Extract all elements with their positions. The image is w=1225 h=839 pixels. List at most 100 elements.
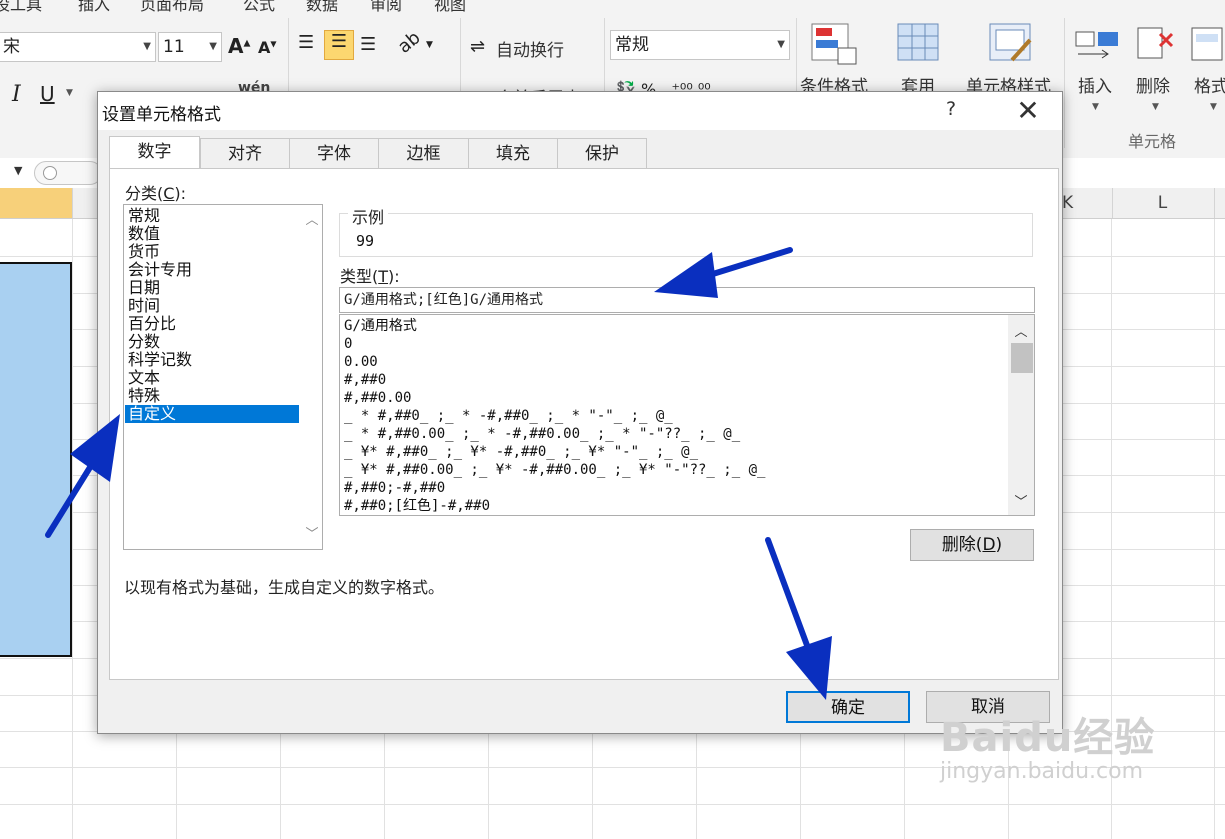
- format-code-item[interactable]: _ * #,##0_ ;_ * -#,##0_ ;_ * "-"_ ;_ @_: [344, 407, 673, 425]
- sample-value: 99: [356, 232, 375, 250]
- column-header-selected[interactable]: [0, 188, 73, 218]
- category-percentage[interactable]: 百分比: [128, 315, 296, 333]
- format-cells-dialog: 设置单元格格式 ? ✕ 数字 对齐 字体 边框 填充 保护 分类(C): 常规 …: [97, 91, 1063, 734]
- menu-view[interactable]: 视图: [434, 0, 466, 15]
- chevron-down-icon[interactable]: ▼: [1152, 102, 1159, 112]
- number-format-select[interactable]: 常规 ▼: [610, 30, 790, 60]
- number-format-value: 常规: [615, 35, 649, 55]
- ok-button[interactable]: 确定: [786, 691, 910, 723]
- align-bottom-icon[interactable]: ☰: [360, 34, 376, 55]
- tab-border[interactable]: 边框: [378, 138, 469, 168]
- font-size-value: 11: [163, 37, 185, 57]
- cells-group-label: 单元格: [1128, 132, 1177, 151]
- format-code-item[interactable]: _ ¥* #,##0.00_ ;_ ¥* -#,##0.00_ ;_ ¥* "-…: [344, 461, 765, 479]
- format-code-item[interactable]: #,##0;[红色]-#,##0: [344, 497, 490, 515]
- format-cells-icon: [1191, 27, 1223, 61]
- format-code-item[interactable]: #,##0: [344, 371, 386, 389]
- circle-icon: [43, 166, 57, 180]
- chevron-up-icon[interactable]: ︿: [1008, 321, 1034, 340]
- shrink-font-icon[interactable]: A▼: [258, 38, 277, 57]
- formula-bar-toggle[interactable]: [34, 161, 102, 185]
- format-code-item[interactable]: _ ¥* #,##0_ ;_ ¥* -#,##0_ ;_ ¥* "-"_ ;_ …: [344, 443, 698, 461]
- tab-protection[interactable]: 保护: [557, 138, 647, 168]
- category-date[interactable]: 日期: [128, 279, 296, 297]
- cell-styles-icon: [989, 23, 1032, 62]
- menu-insert[interactable]: 插入: [78, 0, 110, 15]
- chevron-down-icon[interactable]: ▼: [1210, 102, 1217, 112]
- tab-fill[interactable]: 填充: [468, 138, 558, 168]
- grow-font-icon[interactable]: A▲: [228, 34, 250, 58]
- format-scrollbar[interactable]: ︿ ﹀: [1008, 315, 1034, 515]
- chevron-down-icon: ▼: [143, 41, 151, 52]
- category-number[interactable]: 数值: [128, 225, 296, 243]
- chevron-up-icon[interactable]: ︿: [302, 209, 322, 228]
- chevron-down-icon[interactable]: ▼: [66, 88, 73, 98]
- format-code-list[interactable]: G/通用格式 0 0.00 #,##0 #,##0.00 _ * #,##0_ …: [339, 314, 1035, 516]
- ribbon-separator: [1064, 18, 1065, 148]
- underline-icon[interactable]: U: [40, 82, 55, 106]
- menu-page-layout[interactable]: 页面布局: [140, 0, 204, 15]
- italic-icon[interactable]: I: [12, 82, 21, 107]
- wrap-text-icon: ⇌: [470, 36, 486, 57]
- sample-label: 示例: [348, 204, 389, 228]
- menu-data[interactable]: 数据: [306, 0, 338, 15]
- dialog-titlebar[interactable]: [98, 92, 1062, 130]
- category-label: 分类(C):: [125, 184, 187, 203]
- category-fraction[interactable]: 分数: [128, 333, 296, 351]
- type-input[interactable]: G/通用格式;[红色]G/通用格式: [339, 287, 1035, 313]
- align-middle-icon[interactable]: ☰: [324, 30, 354, 60]
- format-code-item[interactable]: #,##0;-#,##0: [344, 479, 445, 497]
- category-accounting[interactable]: 会计专用: [128, 261, 296, 279]
- help-button[interactable]: ?: [946, 98, 956, 120]
- description-text: 以现有格式为基础，生成自定义的数字格式。: [124, 578, 445, 597]
- dialog-title: 设置单元格格式: [102, 105, 221, 125]
- chevron-down-icon[interactable]: ▼: [426, 40, 433, 50]
- wrap-text-button[interactable]: 自动换行: [496, 36, 564, 61]
- delete-button[interactable]: 删除: [1136, 72, 1170, 97]
- format-button[interactable]: 格式: [1194, 72, 1225, 97]
- category-special[interactable]: 特殊: [128, 387, 296, 405]
- format-code-item[interactable]: #,##0.00: [344, 389, 411, 407]
- column-header-l[interactable]: L: [1111, 188, 1215, 218]
- chevron-down-icon: ▼: [209, 41, 217, 52]
- menu-review[interactable]: 审阅: [370, 0, 402, 15]
- sample-group: [339, 213, 1033, 257]
- format-code-item[interactable]: G/通用格式: [344, 317, 417, 335]
- watermark-url: jingyan.baidu.com: [940, 759, 1144, 784]
- category-general[interactable]: 常规: [128, 207, 296, 225]
- font-size-select[interactable]: 11 ▼: [158, 32, 222, 62]
- chevron-down-icon[interactable]: ▼: [1092, 102, 1099, 112]
- font-name-select[interactable]: 宋 ▼: [0, 32, 156, 62]
- align-top-icon[interactable]: ☰: [298, 32, 314, 53]
- format-code-item[interactable]: 0: [344, 335, 352, 353]
- insert-button[interactable]: 插入: [1078, 72, 1112, 97]
- orientation-icon[interactable]: ab: [394, 27, 425, 58]
- chevron-down-icon: ▼: [777, 39, 785, 50]
- insert-cells-icon: [1075, 31, 1118, 59]
- selected-range[interactable]: [0, 262, 72, 657]
- menu-tools[interactable]: 设工具: [0, 0, 42, 15]
- conditional-format-icon: [811, 23, 857, 65]
- close-icon[interactable]: ✕: [1011, 94, 1045, 127]
- category-currency[interactable]: 货币: [128, 243, 296, 261]
- font-name-value: 宋: [3, 37, 20, 57]
- chevron-down-icon[interactable]: ﹀: [1008, 491, 1034, 510]
- delete-format-button[interactable]: 删除(D): [910, 529, 1034, 561]
- column-header-k[interactable]: K: [1060, 188, 1113, 218]
- category-scrollbar[interactable]: ︿ ﹀: [302, 205, 322, 549]
- tab-alignment[interactable]: 对齐: [200, 138, 290, 168]
- category-text[interactable]: 文本: [128, 369, 296, 387]
- chevron-down-icon[interactable]: ▼: [14, 164, 22, 177]
- chevron-down-icon[interactable]: ﹀: [302, 523, 322, 542]
- format-code-item[interactable]: _ * #,##0.00_ ;_ * -#,##0.00_ ;_ * "-"??…: [344, 425, 740, 443]
- category-time[interactable]: 时间: [128, 297, 296, 315]
- tab-font[interactable]: 字体: [289, 138, 379, 168]
- category-scientific[interactable]: 科学记数: [128, 351, 296, 369]
- table-format-icon: [897, 23, 939, 61]
- category-custom[interactable]: 自定义: [125, 405, 299, 423]
- category-list[interactable]: 常规 数值 货币 会计专用 日期 时间 百分比 分数 科学记数 文本 特殊 自定…: [123, 204, 323, 550]
- scrollbar-thumb[interactable]: [1011, 343, 1033, 373]
- format-code-item[interactable]: 0.00: [344, 353, 378, 371]
- tab-number[interactable]: 数字: [109, 136, 200, 168]
- menu-formulas[interactable]: 公式: [243, 0, 275, 15]
